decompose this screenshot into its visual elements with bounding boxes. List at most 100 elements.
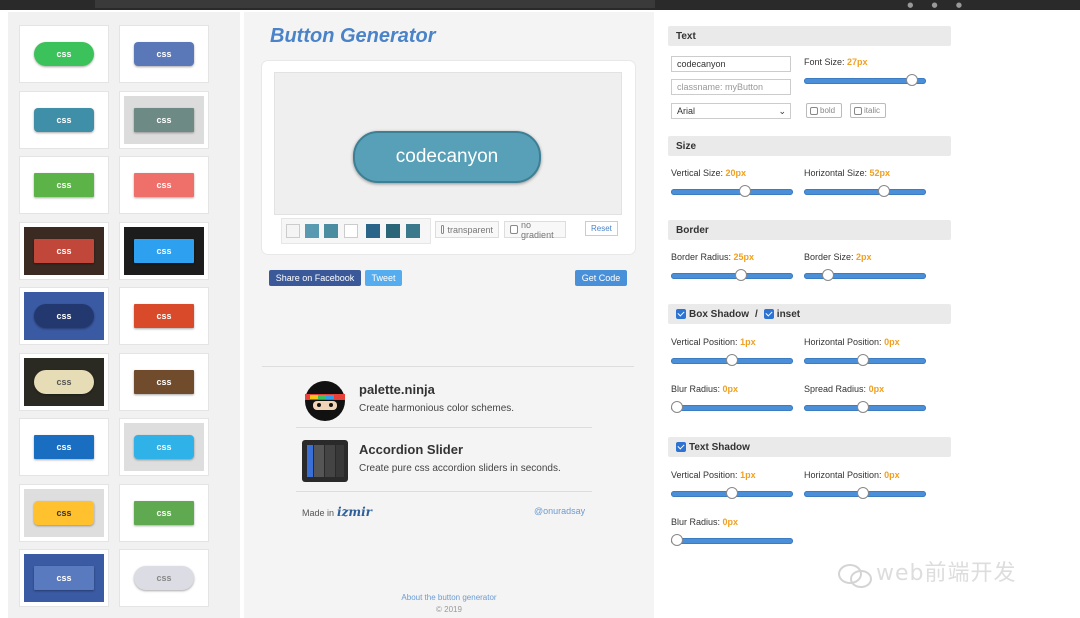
button-text-input[interactable]: codecanyon bbox=[671, 56, 791, 72]
slider-thumb[interactable] bbox=[821, 269, 834, 281]
template-tile[interactable]: css bbox=[20, 353, 108, 410]
box-shadow-checkbox[interactable] bbox=[676, 309, 686, 319]
font-size-slider[interactable] bbox=[804, 74, 926, 86]
promo-divider bbox=[296, 427, 592, 428]
copyright: © 2019 bbox=[436, 605, 462, 614]
template-tile[interactable]: css bbox=[20, 26, 108, 82]
text-hpos-slider[interactable] bbox=[804, 487, 926, 499]
font-family-select[interactable]: Arial ⌄ bbox=[671, 103, 791, 119]
size-section-header: Size bbox=[668, 136, 951, 156]
promo-palette-ninja[interactable]: palette.ninja Create harmonious color sc… bbox=[296, 375, 592, 427]
text-section-header: Text bbox=[668, 26, 951, 46]
box-spread-slider[interactable] bbox=[804, 401, 926, 413]
no-gradient-toggle[interactable]: no gradient bbox=[504, 219, 566, 240]
swatch-7[interactable] bbox=[406, 224, 420, 238]
preview-canvas: codecanyon bbox=[274, 72, 622, 215]
slider-thumb[interactable] bbox=[906, 74, 919, 86]
text-shadow-title: Text Shadow bbox=[689, 441, 750, 453]
slider-thumb[interactable] bbox=[739, 185, 752, 197]
template-tile-background: css bbox=[124, 161, 204, 209]
box-shadow-section-header: Box Shadow / inset bbox=[668, 304, 951, 324]
template-tile[interactable]: css bbox=[120, 484, 208, 541]
box-vpos-slider[interactable] bbox=[671, 354, 793, 366]
inset-checkbox[interactable] bbox=[763, 309, 774, 319]
slider-thumb[interactable] bbox=[856, 401, 869, 413]
swatch-1[interactable] bbox=[286, 224, 300, 238]
box-spread-value: 0px bbox=[868, 384, 885, 394]
bold-checkbox[interactable] bbox=[810, 106, 818, 115]
slider-thumb[interactable] bbox=[856, 487, 869, 499]
made-in-credit: Made in izmir bbox=[302, 505, 372, 519]
watermark-text: web前端开发 bbox=[876, 561, 1017, 586]
tweet-button[interactable]: Tweet bbox=[365, 270, 402, 286]
swatch-5[interactable] bbox=[366, 224, 380, 238]
transparent-label: transparent bbox=[447, 224, 493, 235]
template-sample-button: css bbox=[34, 107, 94, 132]
box-blur-value: 0px bbox=[722, 384, 739, 394]
template-tile[interactable]: css bbox=[120, 222, 208, 279]
template-tile[interactable]: css bbox=[20, 550, 108, 606]
template-tile[interactable]: css bbox=[120, 419, 208, 475]
swatch-2[interactable] bbox=[305, 224, 319, 238]
horizontal-size-slider[interactable] bbox=[804, 185, 926, 197]
italic-toggle[interactable]: italic bbox=[850, 103, 886, 118]
border-size-slider[interactable] bbox=[804, 269, 926, 281]
no-gradient-label: no gradient bbox=[521, 219, 554, 240]
promo-desc: Create pure css accordion sliders in sec… bbox=[359, 463, 561, 474]
template-sample-button: css bbox=[134, 566, 194, 590]
classname-input[interactable]: classname: myButton bbox=[671, 79, 791, 95]
slider-thumb[interactable] bbox=[877, 185, 890, 197]
vertical-size-slider[interactable] bbox=[671, 185, 793, 197]
template-tile[interactable]: css bbox=[20, 484, 108, 541]
template-tile[interactable]: css bbox=[120, 288, 208, 344]
box-vpos-value: 1px bbox=[740, 337, 756, 347]
get-code-button[interactable]: Get Code bbox=[575, 270, 627, 286]
author-handle-link[interactable]: @onuradsay bbox=[534, 506, 585, 516]
transparent-checkbox[interactable] bbox=[441, 225, 445, 234]
text-hpos-value: 0px bbox=[884, 470, 900, 480]
template-tile[interactable]: css bbox=[120, 550, 208, 606]
box-hpos-slider[interactable] bbox=[804, 354, 926, 366]
swatch-4[interactable] bbox=[344, 224, 358, 238]
promo-accordion-slider[interactable]: Accordion Slider Create pure css accordi… bbox=[296, 435, 592, 487]
slider-thumb[interactable] bbox=[726, 354, 738, 366]
template-sample-button: css bbox=[134, 238, 194, 263]
bold-label: bold bbox=[820, 106, 836, 115]
box-spread-label: Spread Radius: 0px bbox=[804, 384, 885, 394]
preview-button[interactable]: codecanyon bbox=[353, 131, 541, 183]
template-tile[interactable]: css bbox=[20, 222, 108, 279]
template-tile[interactable]: css bbox=[20, 419, 108, 475]
template-sample-button: css bbox=[134, 304, 194, 328]
reset-button[interactable]: Reset bbox=[585, 221, 618, 236]
template-tile[interactable]: css bbox=[20, 157, 108, 213]
border-radius-slider[interactable] bbox=[671, 269, 793, 281]
template-tile[interactable]: css bbox=[120, 157, 208, 213]
template-tile[interactable]: css bbox=[120, 26, 208, 82]
template-tile-background: css bbox=[124, 226, 204, 275]
template-tile[interactable]: css bbox=[120, 91, 208, 148]
text-vpos-slider[interactable] bbox=[671, 487, 793, 499]
text-blur-slider[interactable] bbox=[671, 534, 793, 546]
inset-label: inset bbox=[776, 308, 801, 320]
share-facebook-button[interactable]: Share on Facebook bbox=[269, 270, 361, 286]
transparent-toggle[interactable]: transparent bbox=[435, 221, 499, 238]
swatch-3[interactable] bbox=[324, 224, 338, 238]
no-gradient-checkbox[interactable] bbox=[510, 225, 519, 234]
slider-thumb[interactable] bbox=[671, 534, 683, 546]
slider-thumb[interactable] bbox=[734, 269, 747, 281]
swatch-6[interactable] bbox=[386, 224, 400, 238]
template-sample-button: css bbox=[34, 566, 94, 590]
italic-checkbox[interactable] bbox=[854, 106, 862, 115]
slider-thumb[interactable] bbox=[856, 354, 869, 366]
template-tile[interactable]: css bbox=[20, 91, 108, 148]
box-shadow-title: Box Shadow bbox=[689, 308, 750, 320]
text-shadow-checkbox[interactable] bbox=[676, 442, 686, 452]
bold-toggle[interactable]: bold bbox=[806, 103, 842, 118]
slider-thumb[interactable] bbox=[726, 487, 738, 499]
template-tile-background: css bbox=[24, 488, 104, 537]
slider-thumb[interactable] bbox=[671, 401, 683, 413]
template-tile[interactable]: css bbox=[120, 353, 208, 410]
box-blur-slider[interactable] bbox=[671, 401, 793, 413]
template-tile[interactable]: css bbox=[20, 288, 108, 344]
about-link[interactable]: About the button generator bbox=[244, 593, 654, 602]
